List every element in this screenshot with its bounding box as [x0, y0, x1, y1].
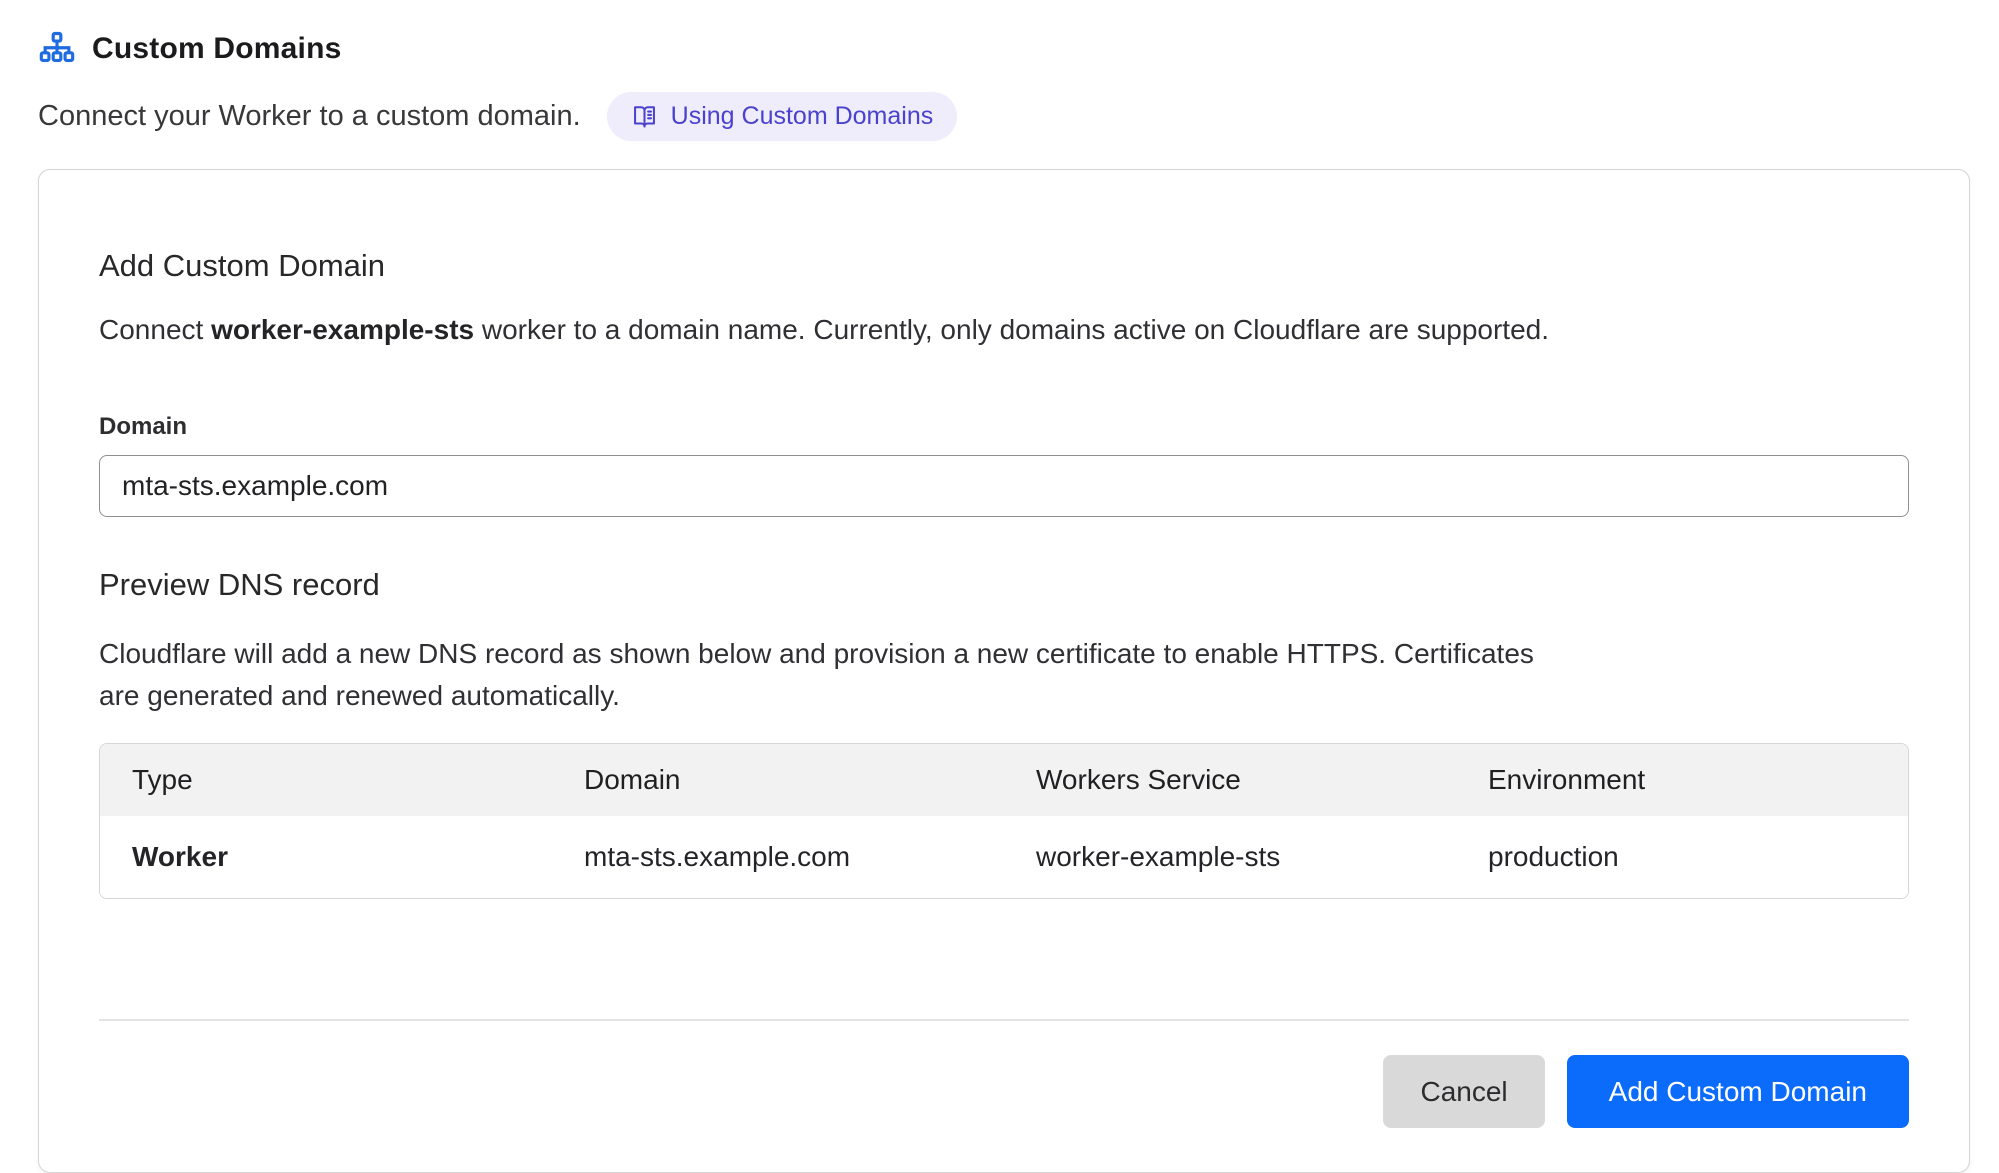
book-open-icon	[631, 103, 658, 130]
page-title: Custom Domains	[92, 32, 342, 66]
page-subtitle: Connect your Worker to a custom domain.	[38, 100, 581, 133]
table-header-row: Type Domain Workers Service Environment	[100, 744, 1908, 816]
domain-field-label: Domain	[99, 413, 1909, 441]
cell-workers-service: worker-example-sts	[1004, 816, 1456, 898]
domain-input[interactable]	[99, 455, 1909, 517]
custom-domains-page: Custom Domains Connect your Worker to a …	[0, 0, 1999, 1173]
card-footer: Cancel Add Custom Domain	[99, 1055, 1909, 1128]
cell-type: Worker	[100, 816, 552, 898]
intro-suffix: worker to a domain name. Currently, only…	[474, 314, 1549, 345]
page-header: Custom Domains	[38, 30, 1961, 68]
worker-name: worker-example-sts	[211, 314, 474, 345]
cancel-button[interactable]: Cancel	[1383, 1055, 1544, 1128]
preview-dns-description: Cloudflare will add a new DNS record as …	[99, 633, 1559, 717]
add-custom-domain-card: Add Custom Domain Connect worker-example…	[38, 169, 1970, 1173]
using-custom-domains-link[interactable]: Using Custom Domains	[607, 92, 958, 141]
column-header-workers-service: Workers Service	[1004, 744, 1456, 816]
preview-dns-heading: Preview DNS record	[99, 567, 1909, 603]
card-heading: Add Custom Domain	[99, 248, 1909, 284]
cell-domain: mta-sts.example.com	[552, 816, 1004, 898]
card-intro-text: Connect worker-example-sts worker to a d…	[99, 310, 1909, 349]
doc-link-label: Using Custom Domains	[671, 104, 934, 129]
footer-divider	[99, 1019, 1909, 1021]
add-custom-domain-button[interactable]: Add Custom Domain	[1567, 1055, 1909, 1128]
column-header-domain: Domain	[552, 744, 1004, 816]
cell-environment: production	[1456, 816, 1908, 898]
column-header-type: Type	[100, 744, 552, 816]
intro-prefix: Connect	[99, 314, 211, 345]
dns-preview-table: Type Domain Workers Service Environment …	[99, 743, 1909, 899]
column-header-environment: Environment	[1456, 744, 1908, 816]
table-row: Worker mta-sts.example.com worker-exampl…	[100, 816, 1908, 898]
sitemap-hierarchy-icon	[38, 30, 76, 68]
subtitle-row: Connect your Worker to a custom domain. …	[38, 92, 1961, 141]
